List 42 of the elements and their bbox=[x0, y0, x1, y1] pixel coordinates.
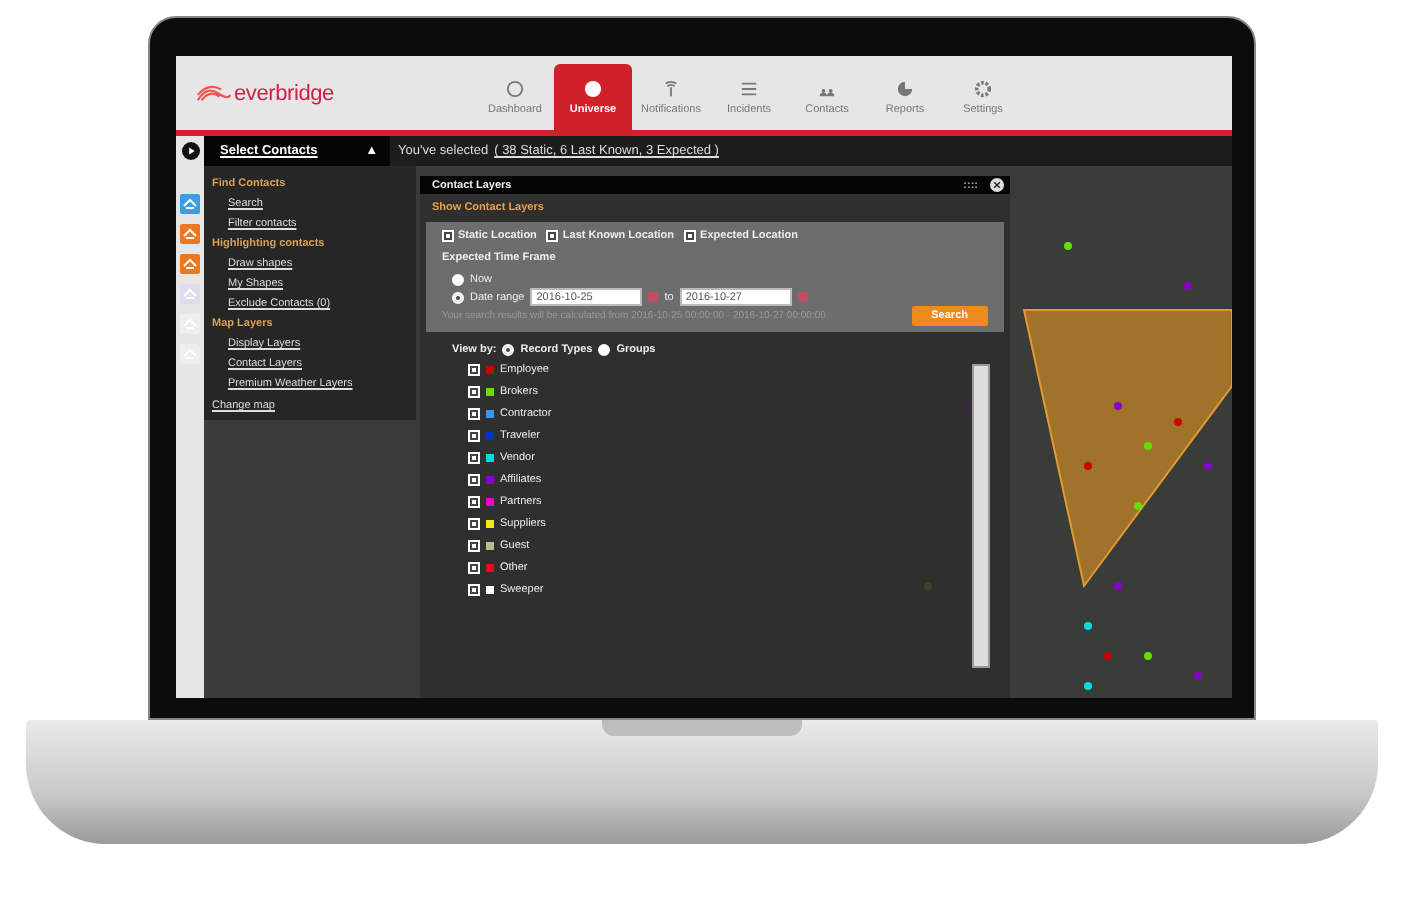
radio-button[interactable] bbox=[502, 344, 515, 356]
checkbox[interactable] bbox=[468, 386, 480, 398]
radio-button[interactable] bbox=[452, 291, 464, 303]
checkbox[interactable] bbox=[468, 584, 480, 596]
radio-button[interactable] bbox=[452, 273, 464, 285]
map-marker[interactable] bbox=[1084, 682, 1092, 690]
waves-icon bbox=[196, 84, 232, 102]
map-marker[interactable] bbox=[1174, 418, 1182, 426]
list-icon bbox=[740, 79, 758, 97]
checkbox[interactable] bbox=[684, 230, 697, 242]
scrollbar[interactable] bbox=[972, 364, 990, 668]
map-marker[interactable] bbox=[1184, 282, 1192, 290]
checkbox[interactable] bbox=[468, 562, 480, 574]
checkbox[interactable] bbox=[468, 430, 480, 442]
map-marker[interactable] bbox=[1064, 242, 1072, 250]
checkbox[interactable] bbox=[468, 452, 480, 464]
map-marker[interactable] bbox=[1114, 402, 1122, 410]
map-marker[interactable] bbox=[1114, 582, 1122, 590]
checkbox[interactable] bbox=[468, 540, 480, 552]
checkbox[interactable] bbox=[468, 496, 480, 508]
pie-chart-icon bbox=[896, 79, 914, 97]
map-marker[interactable] bbox=[1144, 652, 1152, 660]
checkbox[interactable] bbox=[468, 518, 480, 530]
checkbox[interactable] bbox=[468, 364, 480, 376]
map-marker[interactable] bbox=[1194, 672, 1202, 680]
map-marker[interactable] bbox=[1134, 502, 1142, 510]
map-marker[interactable] bbox=[1104, 652, 1112, 660]
brand-name: everbridge bbox=[234, 81, 334, 105]
checkbox[interactable] bbox=[442, 230, 454, 242]
map-view[interactable] bbox=[204, 166, 1232, 698]
radio-button[interactable] bbox=[598, 344, 611, 356]
map-marker[interactable] bbox=[1084, 622, 1092, 630]
map-marker[interactable] bbox=[1084, 462, 1092, 470]
checkbox[interactable] bbox=[546, 230, 559, 242]
map-marker[interactable] bbox=[1144, 442, 1152, 450]
play-icon[interactable] bbox=[181, 142, 199, 160]
antenna-icon bbox=[662, 79, 680, 97]
checkbox[interactable] bbox=[468, 408, 480, 420]
gear-icon bbox=[974, 79, 992, 97]
map-marker[interactable] bbox=[1204, 462, 1212, 470]
checkbox[interactable] bbox=[468, 474, 480, 486]
close-icon[interactable] bbox=[990, 178, 1004, 192]
